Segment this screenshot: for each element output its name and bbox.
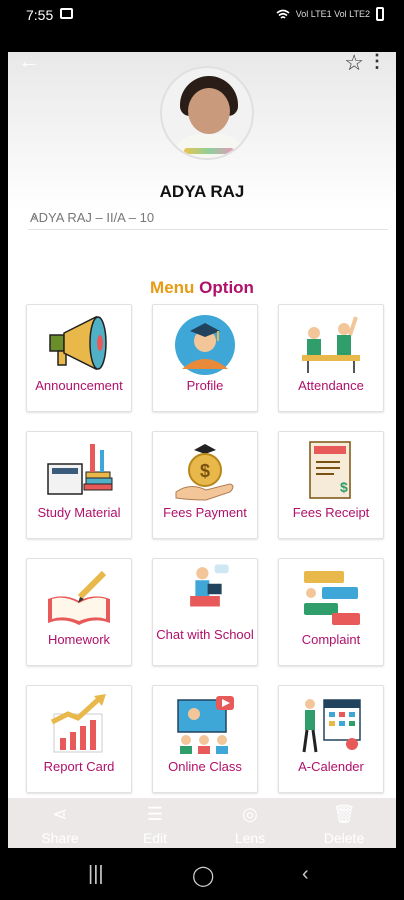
more-options-icon[interactable]: ⋮: [368, 52, 386, 70]
menu-item-chat-with-school[interactable]: Chat with School: [152, 558, 258, 666]
share-button[interactable]: ⋖ Share: [30, 804, 90, 846]
menu-item-a-calender[interactable]: A-Calender: [278, 685, 384, 793]
receipt-icon: $: [309, 441, 351, 499]
network-label: Vol LTE1 Vol LTE2: [295, 9, 370, 19]
menu-item-label: Profile: [186, 378, 224, 393]
menu-item-label: A-Calender: [298, 759, 364, 774]
menu-item-profile[interactable]: Profile: [152, 304, 258, 412]
sliders-icon: ☰: [146, 804, 164, 824]
menu-item-label: Homework: [47, 632, 111, 647]
menu-item-fees-receipt[interactable]: $ Fees Receipt: [278, 431, 384, 539]
image-notification-icon: [60, 8, 73, 19]
menu-item-label: Fees Receipt: [292, 505, 370, 520]
menu-title-word1: Menu: [150, 278, 195, 297]
book-pencil-icon: [48, 570, 110, 625]
app-screen: ← ☆ ⋮ ADYA RAJ ADYA RAJ – II/A – 10 ⌄ Me…: [8, 52, 396, 847]
menu-item-report-card[interactable]: Report Card: [26, 685, 132, 793]
menu-title: Menu Option: [8, 278, 396, 298]
menu-item-complaint[interactable]: Complaint: [278, 558, 384, 666]
lens-button[interactable]: ◎ Lens: [220, 804, 280, 846]
menu-item-label: Online Class: [168, 759, 242, 774]
screenshot-toolbar: ⋖ Share ☰ Edit ◎ Lens 🗑 Delete: [8, 798, 396, 848]
calendar-person-icon: [302, 699, 361, 753]
status-icons: Vol LTE1 Vol LTE2: [276, 7, 384, 21]
menu-item-homework[interactable]: Homework: [26, 558, 132, 666]
menu-item-label: Fees Payment: [163, 505, 247, 520]
edit-button[interactable]: ☰ Edit: [125, 804, 185, 846]
wifi-icon: [276, 9, 290, 19]
menu-item-study-material[interactable]: Study Material: [26, 431, 132, 539]
svg-text:$: $: [200, 461, 210, 481]
delete-button[interactable]: 🗑 Delete: [314, 804, 374, 846]
menu-item-online-class[interactable]: Online Class: [152, 685, 258, 793]
menu-item-announcement[interactable]: Announcement: [26, 304, 132, 412]
battery-icon: [376, 7, 384, 21]
menu-item-label: Report Card: [43, 759, 115, 774]
money-bag-hand-icon: $: [175, 444, 234, 501]
svg-text:$: $: [340, 479, 348, 495]
chevron-down-icon: ⌄: [30, 209, 40, 221]
menu-item-fees-payment[interactable]: $ Fees Payment: [152, 431, 258, 539]
chat-bubbles-icon: [304, 571, 360, 625]
lens-icon: ◎: [242, 804, 258, 824]
menu-item-label: Chat with School: [156, 627, 254, 642]
student-name: ADYA RAJ: [159, 182, 245, 201]
back-arrow-icon[interactable]: ←: [18, 52, 40, 72]
status-time: 7:55: [26, 7, 54, 23]
status-bar: 7:55 Vol LTE1 Vol LTE2: [0, 0, 404, 32]
navigation-bar: ||| ◯ ‹: [0, 848, 404, 900]
delete-label: Delete: [323, 830, 365, 846]
growth-chart-icon: [50, 694, 106, 753]
class-select-dropdown[interactable]: ADYA RAJ – II/A – 10 ⌄: [28, 206, 388, 230]
avatar[interactable]: [160, 66, 254, 160]
lens-label: Lens: [234, 830, 266, 846]
back-icon[interactable]: ‹: [302, 863, 309, 886]
menu-item-label: Complaint: [301, 632, 361, 647]
home-icon[interactable]: ◯: [192, 863, 214, 888]
menu-item-attendance[interactable]: Attendance: [278, 304, 384, 412]
books-calculator-icon: [47, 444, 113, 495]
megaphone-icon: [49, 315, 107, 371]
share-label: Share: [41, 830, 79, 846]
menu-item-label: Attendance: [298, 378, 364, 393]
video-class-icon: [177, 696, 234, 754]
star-icon[interactable]: ☆: [344, 52, 364, 76]
menu-item-label: Study Material: [37, 505, 121, 520]
recent-apps-icon[interactable]: |||: [88, 863, 104, 886]
students-raising-hands-icon: [302, 316, 360, 373]
person-laptop-icon: [190, 564, 229, 607]
menu-title-word2: Option: [199, 278, 254, 297]
graduate-avatar-icon: [175, 315, 235, 375]
share-icon: ⋖: [52, 804, 68, 824]
menu-item-label: Announcement: [35, 378, 123, 393]
edit-label: Edit: [142, 830, 168, 846]
trash-icon: 🗑: [332, 804, 356, 824]
